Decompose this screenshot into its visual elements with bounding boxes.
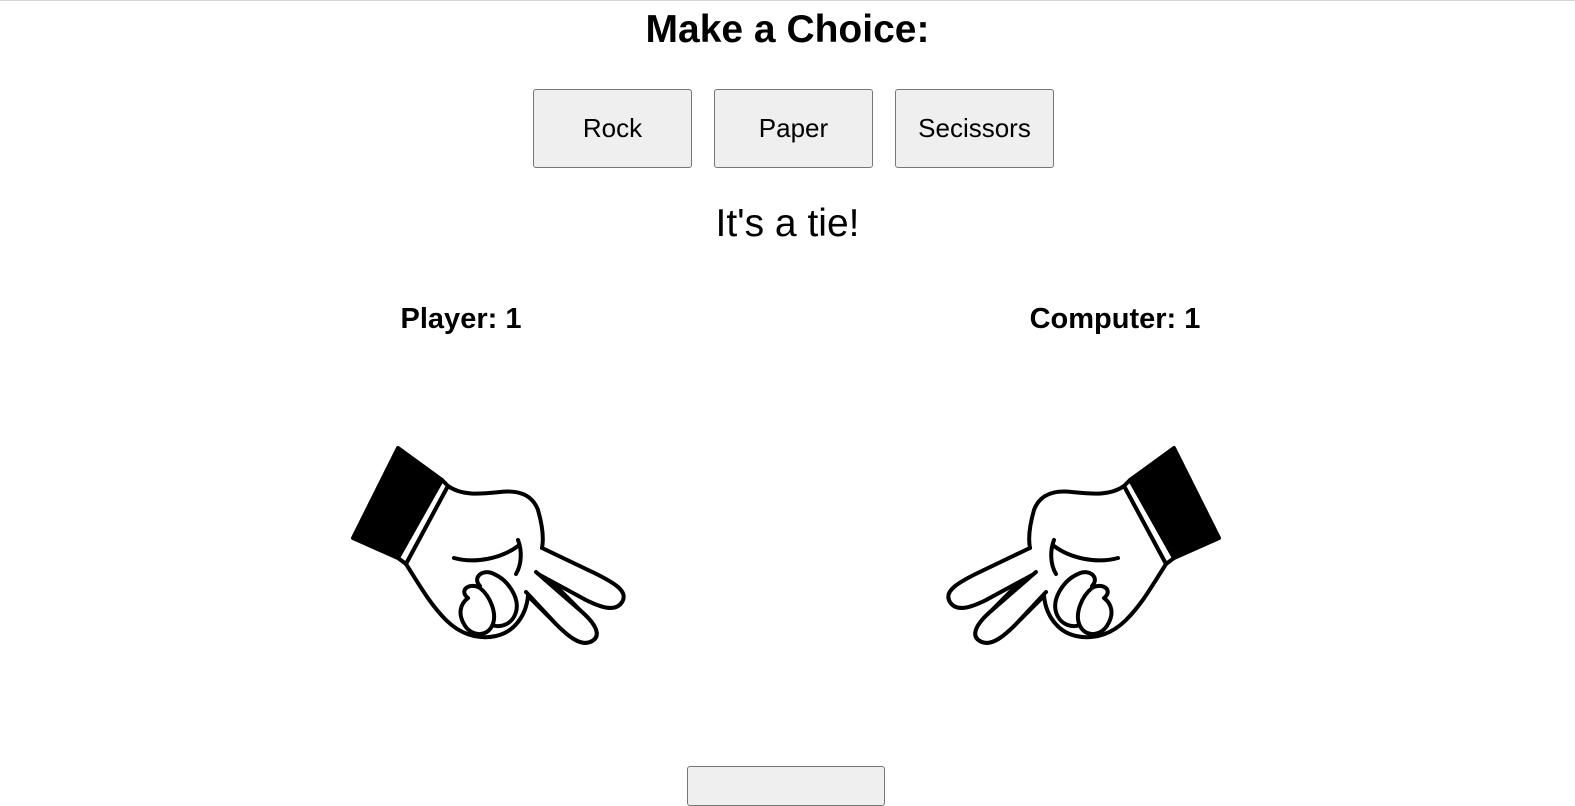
player-score: Player: 1	[400, 303, 522, 335]
choice-buttons: Rock Paper Secissors	[0, 89, 1575, 168]
result-message: It's a tie!	[715, 202, 860, 245]
computer-score: Computer: 1	[1029, 303, 1201, 335]
player-scissors-hand-icon	[350, 440, 630, 650]
top-divider	[0, 0, 1575, 1]
scissors-button[interactable]: Secissors	[895, 89, 1054, 168]
paper-button[interactable]: Paper	[714, 89, 873, 168]
computer-scissors-hand-icon	[942, 440, 1222, 650]
rock-button[interactable]: Rock	[533, 89, 692, 168]
page-title: Make a Choice:	[645, 8, 930, 51]
play-again-button[interactable]	[687, 766, 885, 806]
